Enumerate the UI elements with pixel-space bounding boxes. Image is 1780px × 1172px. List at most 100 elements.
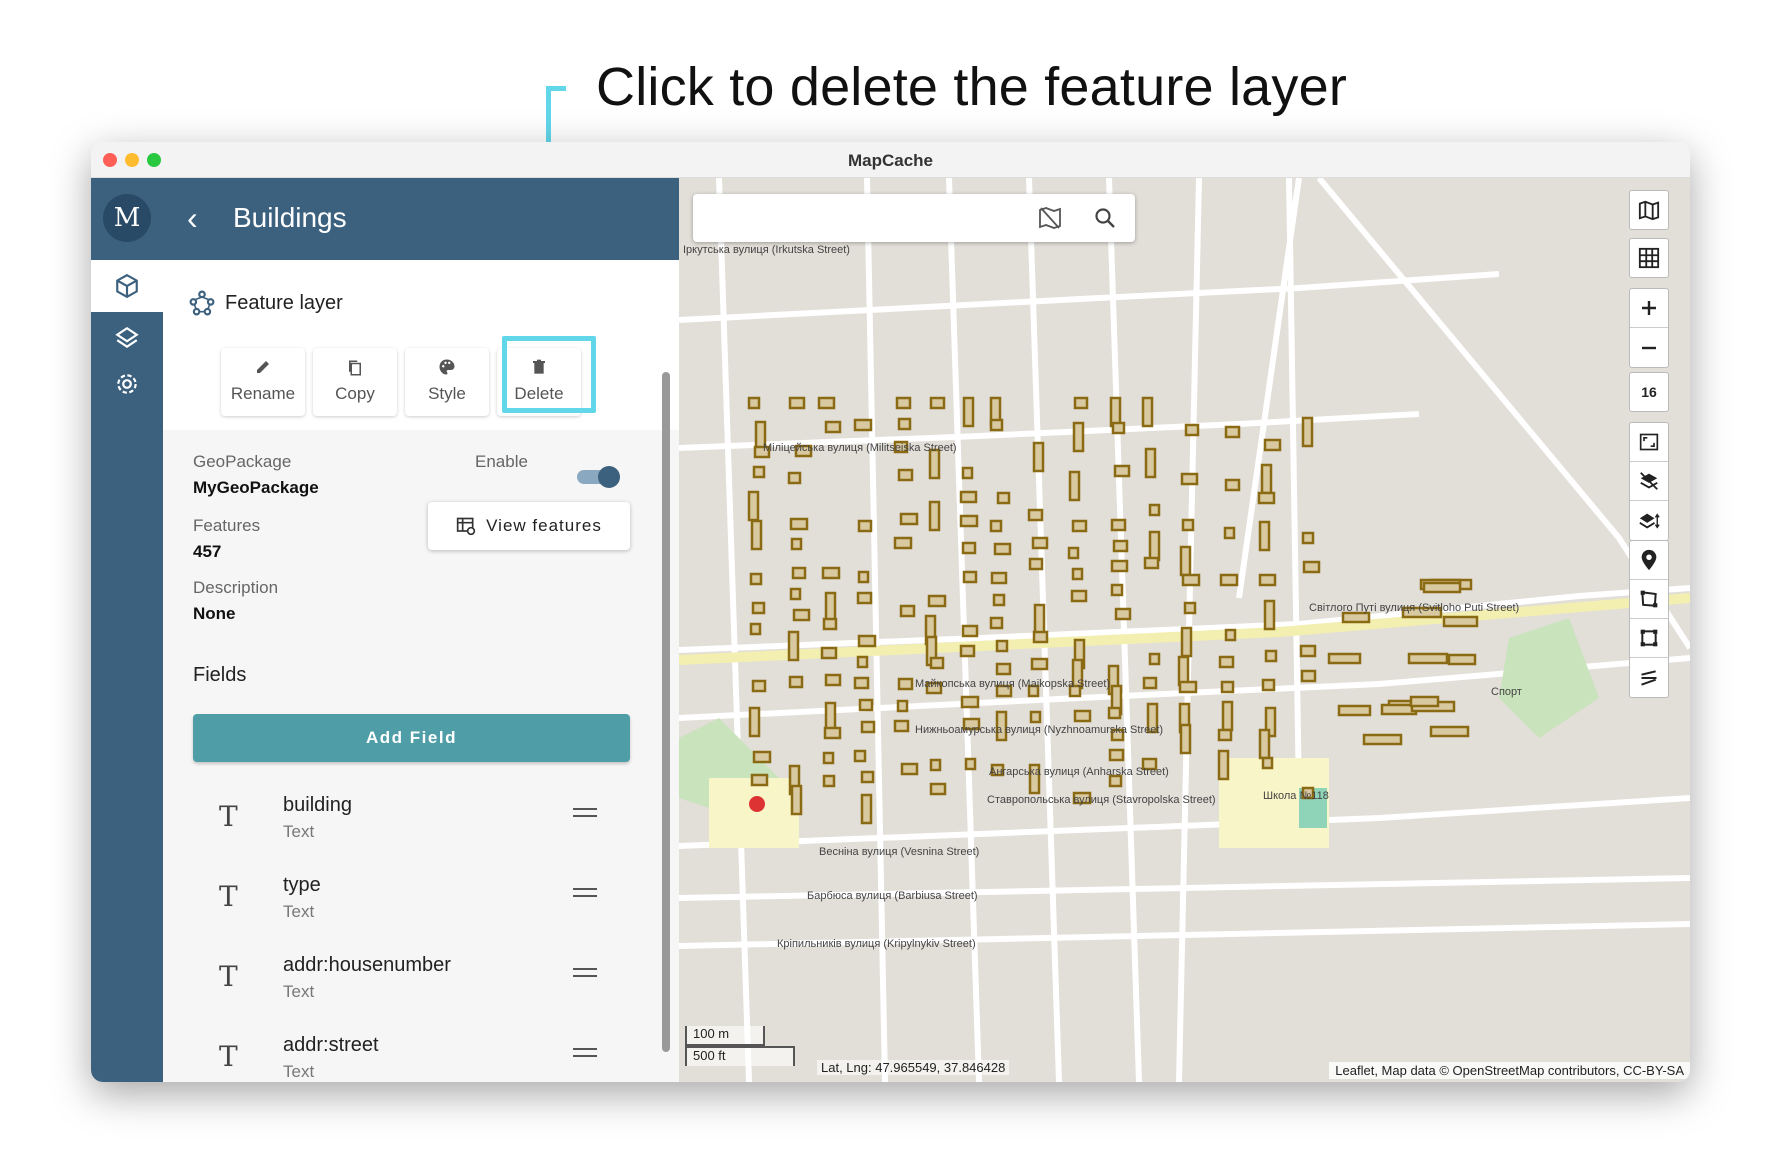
map-attribution[interactable]: Leaflet, Map data © OpenStreetMap contri… xyxy=(1329,1062,1690,1079)
building-footprint[interactable] xyxy=(1143,556,1160,570)
building-footprint[interactable] xyxy=(1183,601,1197,615)
building-footprint[interactable] xyxy=(927,594,947,608)
building-footprint[interactable] xyxy=(790,537,803,551)
building-footprint[interactable] xyxy=(750,519,763,551)
building-footprint[interactable] xyxy=(1179,545,1192,577)
map-marker-off-icon[interactable] xyxy=(1037,206,1063,230)
building-footprint[interactable] xyxy=(1073,396,1089,410)
building-footprint[interactable] xyxy=(823,726,842,740)
building-footprint[interactable] xyxy=(1148,652,1161,666)
building-footprint[interactable] xyxy=(1218,655,1235,669)
building-footprint[interactable] xyxy=(1032,630,1049,644)
building-footprint[interactable] xyxy=(1224,425,1241,439)
building-footprint[interactable] xyxy=(1221,700,1234,732)
building-footprint[interactable] xyxy=(824,673,842,687)
building-footprint[interactable] xyxy=(1108,748,1125,762)
building-footprint[interactable] xyxy=(928,448,941,480)
hide-layers-button[interactable] xyxy=(1630,462,1668,501)
building-footprint[interactable] xyxy=(1224,478,1241,492)
building-footprint[interactable] xyxy=(1337,704,1372,717)
building-footprint[interactable] xyxy=(929,782,947,796)
rename-button[interactable]: Rename xyxy=(221,348,305,416)
building-footprint[interactable] xyxy=(752,750,772,764)
rail-item-settings[interactable] xyxy=(91,358,163,410)
building-footprint[interactable] xyxy=(790,784,803,816)
building-footprint[interactable] xyxy=(750,773,769,787)
building-footprint[interactable] xyxy=(792,608,811,622)
building-footprint[interactable] xyxy=(1110,559,1129,573)
building-footprint[interactable] xyxy=(857,519,873,533)
copy-button[interactable]: Copy xyxy=(313,348,397,416)
drag-handle-icon[interactable] xyxy=(573,1048,597,1062)
building-footprint[interactable] xyxy=(822,774,836,788)
building-footprint[interactable] xyxy=(817,396,836,410)
draw-line-button[interactable] xyxy=(1630,658,1668,697)
building-footprint[interactable] xyxy=(860,720,876,734)
building-footprint[interactable] xyxy=(1142,676,1158,690)
building-footprint[interactable] xyxy=(1260,463,1273,495)
building-footprint[interactable] xyxy=(1301,531,1315,545)
building-footprint[interactable] xyxy=(1028,557,1044,571)
building-footprint[interactable] xyxy=(1033,603,1046,635)
field-row[interactable]: T addr:housenumber Text xyxy=(163,944,679,1024)
building-footprint[interactable] xyxy=(747,490,760,522)
building-footprint[interactable] xyxy=(1422,581,1462,594)
building-footprint[interactable] xyxy=(1217,749,1230,781)
building-footprint[interactable] xyxy=(858,698,874,712)
building-footprint[interactable] xyxy=(1110,583,1124,597)
building-footprint[interactable] xyxy=(752,465,766,479)
building-footprint[interactable] xyxy=(1068,470,1081,502)
building-footprint[interactable] xyxy=(1070,589,1088,603)
building-footprint[interactable] xyxy=(860,793,873,825)
building-footprint[interactable] xyxy=(1299,644,1317,658)
building-footprint[interactable] xyxy=(962,396,975,428)
layer-order-button[interactable] xyxy=(1630,501,1668,540)
building-footprint[interactable] xyxy=(853,749,867,763)
building-footprint[interactable] xyxy=(824,420,842,434)
drag-handle-icon[interactable] xyxy=(573,888,597,902)
building-footprint[interactable] xyxy=(1341,611,1371,624)
building-footprint[interactable] xyxy=(822,617,838,631)
building-footprint[interactable] xyxy=(1257,491,1276,505)
building-footprint[interactable] xyxy=(1407,652,1449,665)
building-footprint[interactable] xyxy=(962,570,978,584)
building-footprint[interactable] xyxy=(899,512,919,526)
draw-rectangle-button[interactable] xyxy=(1630,619,1668,658)
building-footprint[interactable] xyxy=(1263,438,1282,452)
building-footprint[interactable] xyxy=(1409,695,1440,708)
building-footprint[interactable] xyxy=(788,675,804,689)
building-footprint[interactable] xyxy=(1178,680,1198,694)
building-footprint[interactable] xyxy=(893,536,913,550)
building-footprint[interactable] xyxy=(960,695,980,709)
building-footprint[interactable] xyxy=(1179,723,1192,755)
building-footprint[interactable] xyxy=(787,471,802,485)
field-row[interactable]: T type Text xyxy=(163,864,679,944)
building-footprint[interactable] xyxy=(992,593,1006,607)
building-footprint[interactable] xyxy=(1027,508,1044,522)
zoom-out-button[interactable] xyxy=(1630,328,1668,367)
search-icon[interactable] xyxy=(1093,206,1117,230)
map-search-bar[interactable] xyxy=(693,194,1135,242)
panel-scrollbar[interactable] xyxy=(662,372,670,1052)
building-footprint[interactable] xyxy=(1110,518,1127,532)
building-footprint[interactable] xyxy=(900,762,919,776)
building-footprint[interactable] xyxy=(1261,756,1274,770)
view-features-button[interactable]: View features xyxy=(428,502,630,550)
draw-marker-button[interactable] xyxy=(1630,541,1668,580)
building-footprint[interactable] xyxy=(989,519,1003,533)
building-footprint[interactable] xyxy=(1181,573,1201,587)
building-footprint[interactable] xyxy=(1180,472,1199,486)
building-footprint[interactable] xyxy=(1112,539,1129,553)
style-button[interactable]: Style xyxy=(405,348,489,416)
building-footprint[interactable] xyxy=(787,630,800,662)
building-footprint[interactable] xyxy=(1220,680,1235,694)
building-footprint[interactable] xyxy=(1031,536,1049,550)
building-footprint[interactable] xyxy=(1224,628,1237,642)
building-footprint[interactable] xyxy=(820,646,838,660)
building-footprint[interactable] xyxy=(959,514,979,528)
building-footprint[interactable] xyxy=(1180,626,1193,658)
building-footprint[interactable] xyxy=(1107,706,1122,720)
building-footprint[interactable] xyxy=(853,418,873,432)
building-footprint[interactable] xyxy=(1072,421,1085,453)
basemap-button[interactable] xyxy=(1629,190,1669,230)
